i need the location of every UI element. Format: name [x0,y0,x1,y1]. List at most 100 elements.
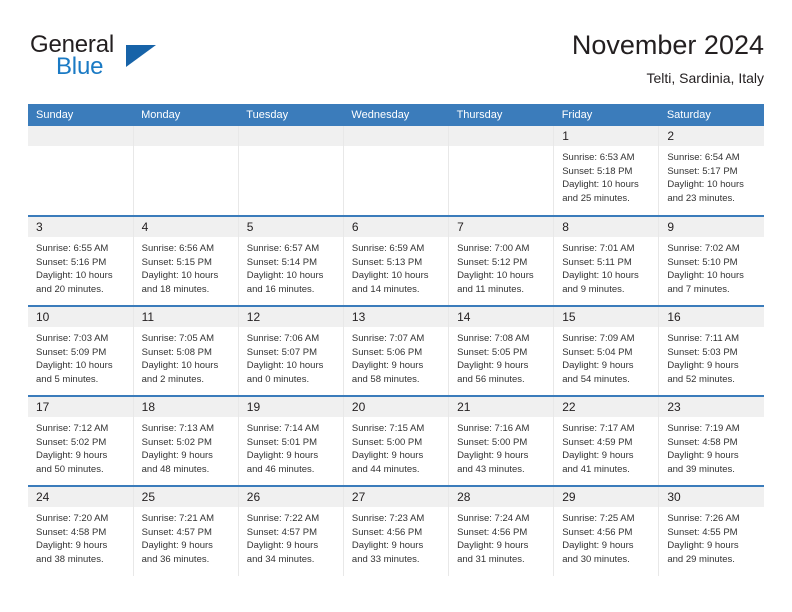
daylight-text: Daylight: 9 hours [36,540,108,552]
daylight-text: Daylight: 9 hours [351,540,424,552]
sunset-text: Sunset: 5:09 PM [36,346,107,358]
calendar-day-cell[interactable]: 2 Sunrise: 6:54 AM Sunset: 5:17 PM Daylight… [658,126,764,217]
sunrise-text: Sunrise: 7:19 AM [667,423,740,434]
sunrise-text: Sunrise: 7:09 AM [562,333,635,344]
daylight-text: Daylight: 9 hours [141,450,213,462]
calendar-day-cell[interactable]: 17 Sunrise: 7:12 AM Sunset: 5:02 PM Dayligh… [28,396,134,487]
sunset-text: Sunset: 4:56 PM [457,526,528,538]
sunrise-text: Sunrise: 7:21 AM [141,513,214,524]
sunrise-text: Sunrise: 7:05 AM [141,333,214,344]
calendar-day-cell[interactable]: 3 Sunrise: 6:55 AM Sunset: 5:16 PM Daylight… [28,216,134,307]
sunset-text: Sunset: 5:07 PM [246,346,318,358]
calendar-day-cell[interactable]: 1 Sunrise: 6:53 AM Sunset: 5:18 PM Daylight… [553,126,659,217]
daylight-text: Daylight: 9 hours [141,540,213,552]
sunrise-text: Sunrise: 7:03 AM [36,333,109,344]
day-details: Sunrise: 6:55 AM Sunset: 5:16 PM Daylight:… [28,237,133,296]
calendar-day-cell[interactable]: 28 Sunrise: 7:24 AM Sunset: 4:56 PM Dayligh… [448,486,554,576]
calendar-day-cell[interactable]: 18 Sunrise: 7:13 AM Sunset: 5:02 PM Dayligh… [132,396,239,487]
daylight-text: and 2 minutes. [141,373,204,385]
daylight-text: and 36 minutes. [141,553,210,565]
calendar-day-cell[interactable]: 26 Sunrise: 7:22 AM Sunset: 4:57 PM Dayligh… [237,486,344,576]
calendar-day-cell[interactable]: 11 Sunrise: 7:05 AM Sunset: 5:08 PM Dayligh… [132,306,239,397]
sunset-text: Sunset: 5:12 PM [457,256,528,268]
daylight-text: Daylight: 9 hours [667,450,739,462]
daylight-text: Daylight: 9 hours [457,360,529,372]
calendar-day-cell[interactable]: 4 Sunrise: 6:56 AM Sunset: 5:15 PM Daylight… [132,216,239,307]
sunrise-text: Sunrise: 7:15 AM [351,423,425,434]
daylight-text: and 0 minutes. [246,373,310,385]
calendar-day-cell[interactable]: 12 Sunrise: 7:06 AM Sunset: 5:07 PM Dayligh… [237,306,344,397]
calendar-day-cell[interactable]: 20 Sunrise: 7:15 AM Sunset: 5:00 PM Dayligh… [342,396,449,487]
daylight-text: Daylight: 10 hours [36,360,113,372]
calendar-day-cell[interactable]: 30 Sunrise: 7:26 AM Sunset: 4:55 PM Dayligh… [658,486,764,576]
weekday-header-sunday: Sunday [28,104,134,126]
day-number: 23 [659,397,764,417]
weekday-header-friday: Friday [553,104,659,126]
calendar-day-cell[interactable]: 23 Sunrise: 7:19 AM Sunset: 4:58 PM Dayligh… [658,396,764,487]
day-number: 25 [133,487,238,507]
daylight-text: Daylight: 9 hours [36,450,108,462]
sunrise-text: Sunrise: 6:53 AM [562,152,635,163]
brand-logo[interactable]: General Blue [28,32,248,90]
daylight-text: Daylight: 10 hours [141,270,219,282]
day-details: Sunrise: 7:06 AM Sunset: 5:07 PM Daylight:… [239,327,343,386]
day-details: Sunrise: 6:54 AM Sunset: 5:17 PM Daylight:… [659,146,764,205]
daylight-text: Daylight: 9 hours [351,450,424,462]
calendar-day-cell[interactable]: 6 Sunrise: 6:59 AM Sunset: 5:13 PM Daylight… [342,216,449,307]
day-number: 30 [659,487,764,507]
daylight-text: Daylight: 10 hours [562,270,639,282]
daylight-text: and 29 minutes. [667,553,735,565]
sunset-text: Sunset: 5:14 PM [246,256,318,268]
daylight-text: Daylight: 10 hours [667,270,744,282]
daylight-text: and 11 minutes. [457,283,524,295]
calendar-week-row: 3 Sunrise: 6:55 AM Sunset: 5:16 PM Daylight… [28,216,764,307]
calendar-week-row: 24 Sunrise: 7:20 AM Sunset: 4:58 PM Dayligh… [28,486,764,576]
sunrise-text: Sunrise: 6:56 AM [141,243,214,254]
daylight-text: and 34 minutes. [246,553,315,565]
brand-triangle-icon [126,45,156,67]
calendar-day-cell[interactable]: 5 Sunrise: 6:57 AM Sunset: 5:14 PM Daylight… [237,216,344,307]
daylight-text: Daylight: 9 hours [562,450,634,462]
calendar-day-cell[interactable]: 15 Sunrise: 7:09 AM Sunset: 5:04 PM Dayligh… [553,306,659,397]
sunset-text: Sunset: 5:08 PM [141,346,212,358]
sunset-text: Sunset: 5:02 PM [141,436,212,448]
day-number: 27 [343,487,449,507]
day-details: Sunrise: 6:53 AM Sunset: 5:18 PM Daylight:… [554,146,658,205]
day-details: Sunrise: 7:21 AM Sunset: 4:57 PM Daylight:… [134,507,238,566]
calendar-day-cell[interactable]: 13 Sunrise: 7:07 AM Sunset: 5:06 PM Dayligh… [342,306,449,397]
day-number: 22 [554,397,659,417]
sunrise-text: Sunrise: 7:25 AM [562,513,635,524]
day-details [134,146,238,151]
daylight-text: Daylight: 10 hours [562,179,639,191]
day-number [238,126,343,146]
sunrise-text: Sunrise: 7:06 AM [246,333,320,344]
day-number [449,126,554,146]
sunset-text: Sunset: 5:18 PM [562,165,633,177]
calendar-day-cell[interactable]: 27 Sunrise: 7:23 AM Sunset: 4:56 PM Dayligh… [342,486,449,576]
calendar-day-cell[interactable]: 19 Sunrise: 7:14 AM Sunset: 5:01 PM Dayligh… [237,396,344,487]
sunset-text: Sunset: 5:05 PM [457,346,528,358]
daylight-text: and 33 minutes. [351,553,420,565]
day-number: 8 [554,217,659,237]
calendar-day-cell[interactable]: 10 Sunrise: 7:03 AM Sunset: 5:09 PM Dayligh… [28,306,134,397]
day-details: Sunrise: 6:59 AM Sunset: 5:13 PM Daylight:… [344,237,448,296]
calendar-day-cell[interactable]: 21 Sunrise: 7:16 AM Sunset: 5:00 PM Dayligh… [448,396,554,487]
sunset-text: Sunset: 5:13 PM [351,256,423,268]
calendar-day-cell[interactable]: 14 Sunrise: 7:08 AM Sunset: 5:05 PM Dayligh… [448,306,554,397]
day-number [343,126,449,146]
calendar-day-cell[interactable]: 9 Sunrise: 7:02 AM Sunset: 5:10 PM Daylight… [658,216,764,307]
calendar-day-cell[interactable]: 22 Sunrise: 7:17 AM Sunset: 4:59 PM Dayligh… [553,396,659,487]
day-number: 4 [133,217,238,237]
day-number: 5 [238,217,343,237]
sunset-text: Sunset: 4:55 PM [667,526,738,538]
daylight-text: Daylight: 9 hours [351,360,424,372]
day-details: Sunrise: 7:13 AM Sunset: 5:02 PM Daylight:… [134,417,238,476]
calendar-day-cell[interactable]: 7 Sunrise: 7:00 AM Sunset: 5:12 PM Daylight… [448,216,554,307]
calendar-day-cell[interactable]: 29 Sunrise: 7:25 AM Sunset: 4:56 PM Dayligh… [553,486,659,576]
calendar-day-cell[interactable]: 16 Sunrise: 7:11 AM Sunset: 5:03 PM Dayligh… [658,306,764,397]
calendar-day-cell[interactable]: 8 Sunrise: 7:01 AM Sunset: 5:11 PM Daylight… [553,216,659,307]
sunrise-text: Sunrise: 6:57 AM [246,243,320,254]
calendar-day-cell-empty [237,126,344,217]
calendar-day-cell[interactable]: 24 Sunrise: 7:20 AM Sunset: 4:58 PM Dayligh… [28,486,134,576]
calendar-day-cell[interactable]: 25 Sunrise: 7:21 AM Sunset: 4:57 PM Dayligh… [132,486,239,576]
